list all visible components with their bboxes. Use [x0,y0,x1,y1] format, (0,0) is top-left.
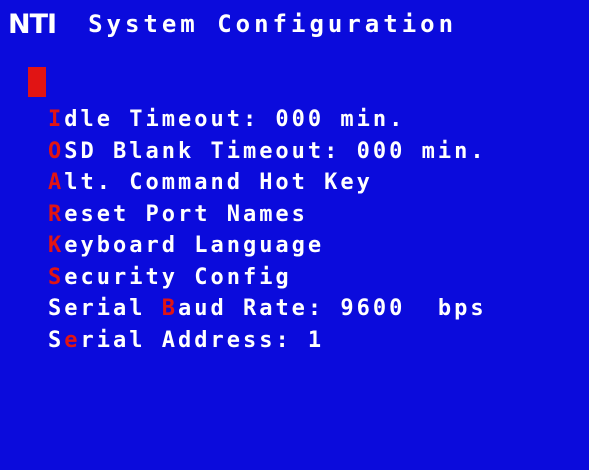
menu-item-label: rial Address: 1 [80,327,325,353]
menu-item-label: eyboard Language [64,233,325,258]
hotkey-letter: S [48,264,65,290]
menu-item-label: eset Port Names [64,201,308,227]
menu-item-label: aud Rate: 9600 bps [177,296,487,321]
hotkey-letter: K [48,233,65,258]
menu-item-serial-baud-rate[interactable]: Serial Baud Rate: 9600 bps [48,293,487,325]
menu-item-label-prefix: Serial [48,296,162,321]
hotkey-letter: A [48,170,65,195]
menu-item-label: lt. Command Hot Key [64,170,373,195]
nti-logo: NTI [8,8,57,40]
menu-item-idle-timeout[interactable]: Idle Timeout: 000 min. [48,104,487,136]
page-title: System Configuration [88,10,458,38]
menu-item-serial-address[interactable]: Serial Address: 1 [48,325,487,357]
hotkey-letter: R [48,201,65,227]
osd-screen: NTI System Configuration Idle Timeout: 0… [0,0,589,470]
menu-item-label: dle Timeout: 000 min. [64,107,406,132]
menu-item-label: SD Blank Timeout: 000 min. [64,138,487,164]
config-menu: Idle Timeout: 000 min. OSD Blank Timeout… [48,104,487,356]
menu-item-label-prefix: S [48,327,65,353]
menu-item-security-config[interactable]: Security Config [48,262,487,294]
menu-item-keyboard-language[interactable]: Keyboard Language [48,230,487,262]
hotkey-letter: B [161,296,178,321]
hotkey-letter: I [48,107,65,132]
menu-item-reset-port-names[interactable]: Reset Port Names [48,199,487,231]
menu-item-label: ecurity Config [64,264,292,290]
hotkey-letter: e [64,327,81,353]
hotkey-letter: O [48,138,65,164]
text-cursor [28,67,46,97]
menu-item-osd-blank-timeout[interactable]: OSD Blank Timeout: 000 min. [48,136,487,168]
header: NTI System Configuration [8,8,457,40]
menu-item-alt-command-hot-key[interactable]: Alt. Command Hot Key [48,167,487,199]
